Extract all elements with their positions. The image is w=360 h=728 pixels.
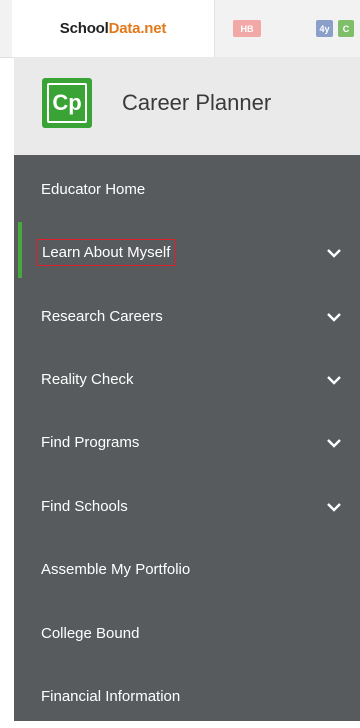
sidebar-item-financial-information[interactable]: Financial Information — [14, 665, 360, 728]
sidebar-item-label: Educator Home — [41, 181, 146, 198]
top-bar: SchoolData.net HB 4y C — [0, 0, 360, 58]
sidebar-item-college-bound[interactable]: College Bound — [14, 602, 360, 665]
sidebar-item-label: Assemble My Portfolio — [41, 561, 191, 578]
logo-text: Cp — [47, 83, 87, 123]
schooldata-logo[interactable]: SchoolData.net — [12, 0, 215, 57]
chevron-down-icon[interactable] — [327, 248, 341, 258]
sidebar-item-find-programs[interactable]: Find Programs — [14, 411, 360, 474]
app-title: Career Planner — [122, 90, 272, 115]
sidebar-item-assemble-my-portfolio[interactable]: Assemble My Portfolio — [14, 538, 360, 601]
chevron-down-icon[interactable] — [327, 502, 341, 512]
chevron-down-icon[interactable] — [327, 312, 341, 322]
sidebar-item-label: Financial Information — [41, 688, 181, 705]
sidebar-item-find-schools[interactable]: Find Schools — [14, 475, 360, 538]
app-4y-icon[interactable]: 4y — [316, 20, 333, 37]
sidebar-item-label: Find Schools — [41, 498, 128, 515]
sidebar-nav: Educator Home Learn About Myself Researc… — [14, 155, 360, 721]
chevron-down-icon[interactable] — [327, 375, 341, 385]
sidebar-item-research-careers[interactable]: Research Careers — [14, 285, 360, 348]
app-c-icon[interactable]: C — [338, 20, 354, 37]
sidebar-item-label: Reality Check — [41, 371, 134, 388]
chevron-down-icon[interactable] — [327, 438, 341, 448]
sidebar-item-label: Learn About Myself — [37, 239, 176, 266]
sidebar-item-label: College Bound — [41, 625, 140, 642]
sidebar-item-reality-check[interactable]: Reality Check — [14, 348, 360, 411]
app-hb-icon[interactable]: HB — [233, 20, 261, 37]
sidebar-item-label: Find Programs — [41, 434, 140, 451]
app-header: Cp Career Planner — [14, 57, 360, 155]
sidebar-item-educator-home[interactable]: Educator Home — [14, 158, 360, 221]
sidebar-item-learn-about-myself[interactable]: Learn About Myself — [14, 221, 360, 284]
sidebar-item-label: Research Careers — [41, 308, 163, 325]
brand-text: SchoolData.net — [59, 20, 167, 37]
career-planner-logo[interactable]: Cp — [42, 78, 92, 128]
